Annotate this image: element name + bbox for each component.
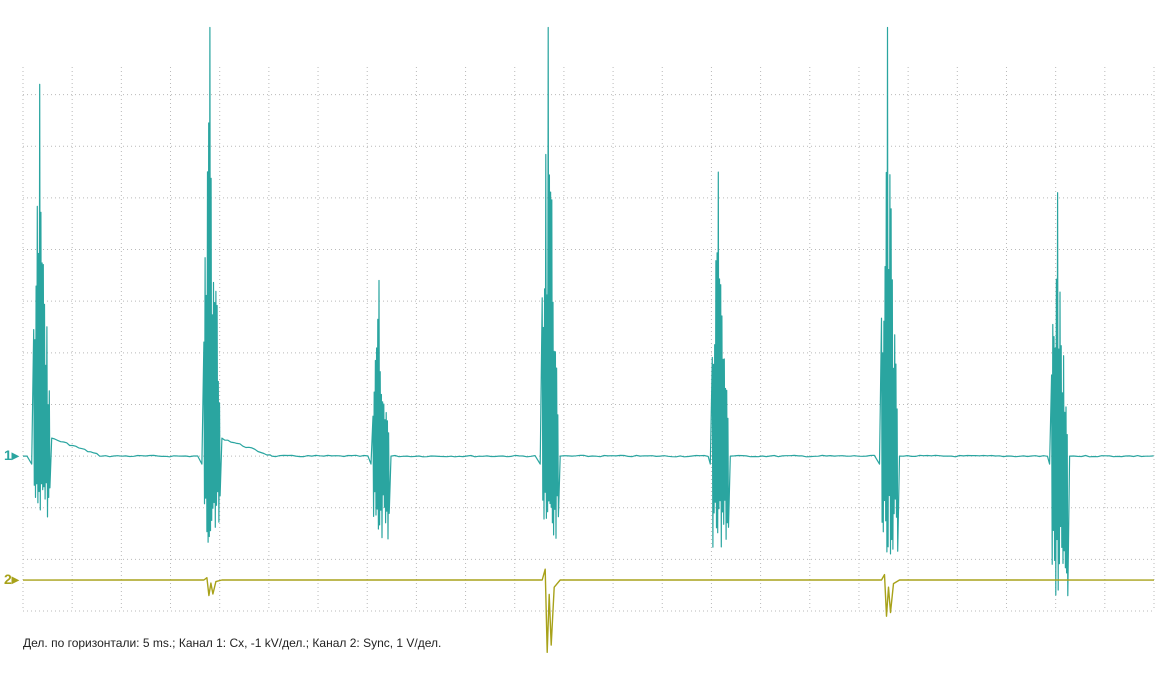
- channel-1-arrow-icon: ▸: [11, 447, 19, 464]
- scope-caption: Дел. по горизонтали: 5 ms.; Канал 1: Cx,…: [23, 636, 442, 650]
- channel-2-arrow-icon: ▸: [11, 571, 19, 588]
- channel-1-marker: 1▸: [4, 448, 19, 462]
- channel-2-marker: 2▸: [4, 572, 19, 586]
- channel-2-number: 2: [4, 571, 12, 588]
- grid: [22, 67, 1155, 612]
- channel-1-number: 1: [4, 447, 12, 464]
- channel-1-trace: [22, 26, 1154, 597]
- oscilloscope-screen: [22, 26, 1155, 653]
